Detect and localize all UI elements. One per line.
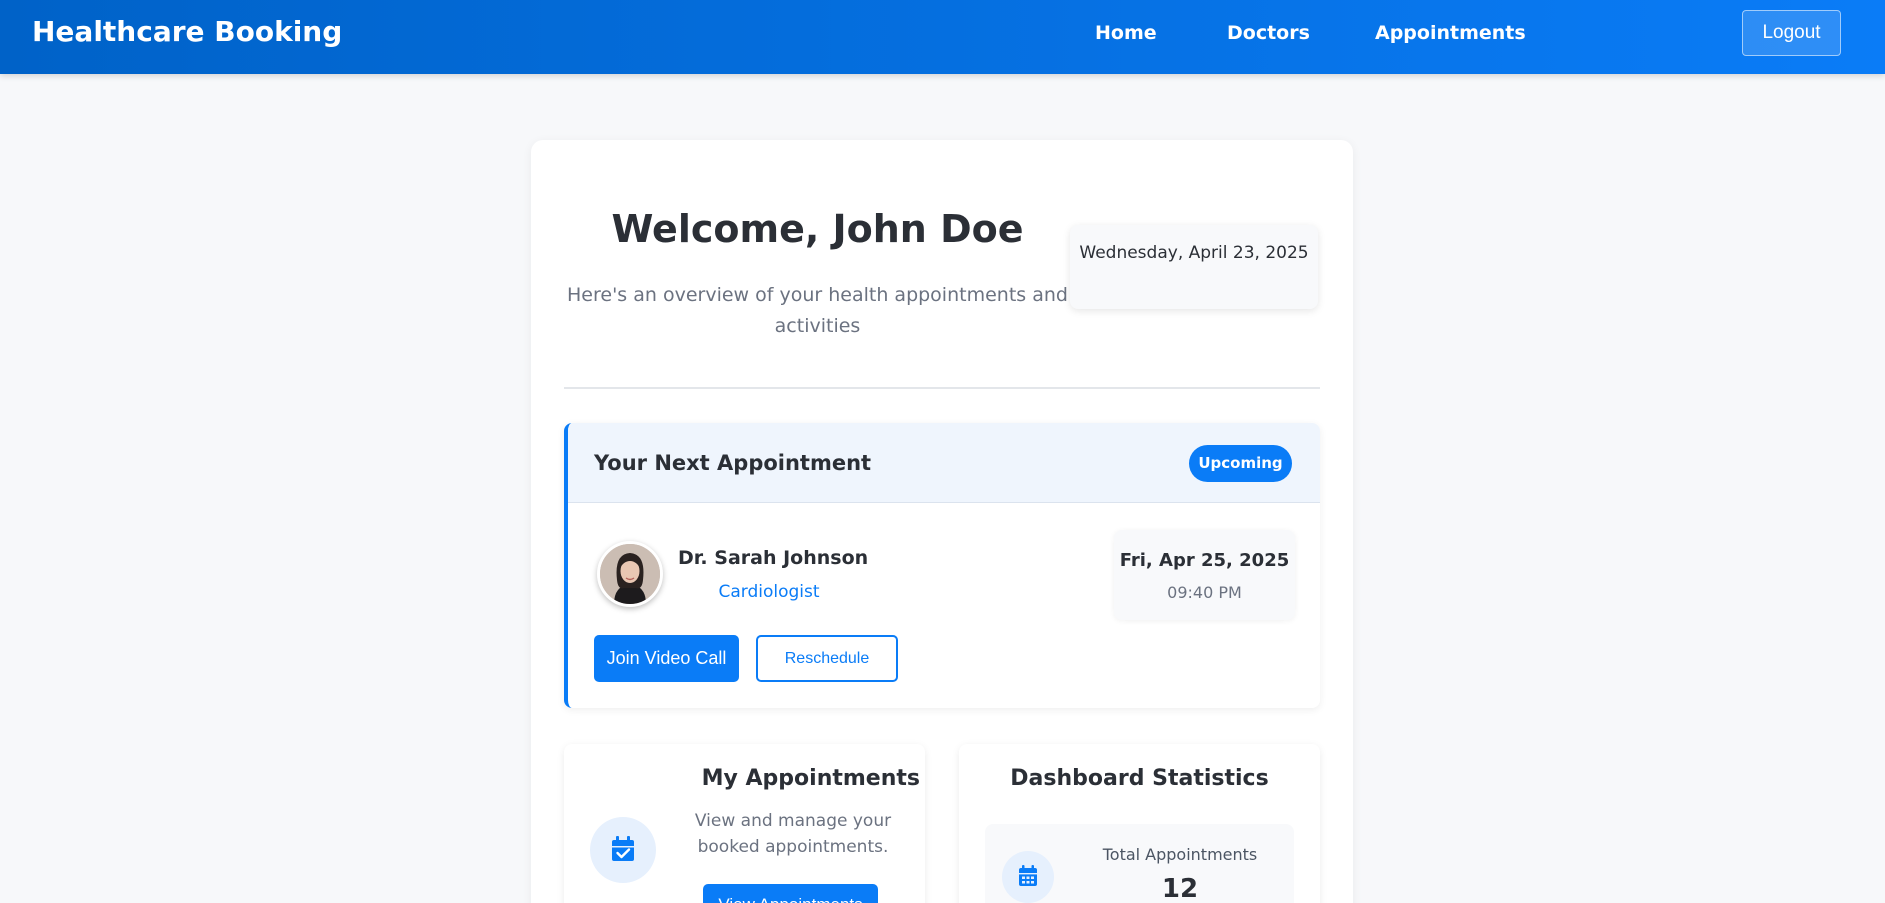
doctor-name: Dr. Sarah Johnson [678, 547, 869, 569]
brand-logo[interactable]: Healthcare Booking [32, 15, 342, 49]
appointment-datetime: Fri, Apr 25, 2025 09:40 PM [1114, 530, 1295, 620]
dashboard-statistics-panel: Dashboard Statistics Total Appointments … [959, 744, 1320, 903]
calendar-icon [1002, 851, 1054, 903]
calendar-check-icon [590, 817, 656, 883]
next-appointment-title: Your Next Appointment [594, 451, 872, 475]
next-appointment-header: Your Next Appointment Upcoming [568, 423, 1320, 503]
appointment-time: 09:40 PM [1167, 583, 1242, 602]
doctor-specialty: Cardiologist [718, 582, 820, 602]
page-subtitle: Here's an overview of your health appoin… [567, 284, 1068, 337]
reschedule-button[interactable]: Reschedule [756, 635, 898, 682]
my-appointments-panel: My Appointments View and manage your boo… [564, 744, 925, 903]
nav-link-home[interactable]: Home [1095, 21, 1157, 45]
my-appointments-title: My Appointments [701, 766, 920, 791]
divider [564, 387, 1320, 389]
nav-link-appointments[interactable]: Appointments [1375, 21, 1526, 45]
join-video-call-button[interactable]: Join Video Call [594, 635, 739, 682]
appointment-date: Fri, Apr 25, 2025 [1119, 550, 1290, 571]
my-appointments-description: View and manage your booked appointments… [694, 811, 892, 857]
dashboard-card: Welcome, John Doe Here's an overview of … [531, 140, 1353, 903]
doctor-photo [600, 544, 660, 604]
next-appointment-card: Your Next Appointment Upcoming Dr. Sarah… [564, 423, 1320, 708]
total-appointments-label: Total Appointments [1102, 845, 1258, 864]
status-badge: Upcoming [1189, 445, 1292, 482]
nav-link-doctors[interactable]: Doctors [1227, 21, 1310, 45]
statistics-title: Dashboard Statistics [1010, 766, 1269, 791]
total-appointments-value: 12 [1161, 874, 1199, 903]
total-appointments-stat: Total Appointments 12 [985, 824, 1294, 903]
view-appointments-button[interactable]: View Appointments [703, 884, 878, 903]
top-navbar: Healthcare Booking Home Doctors Appointm… [0, 0, 1885, 74]
doctor-avatar [597, 541, 663, 607]
page-title: Welcome, John Doe [611, 207, 1024, 251]
current-date: Wednesday, April 23, 2025 [1070, 225, 1318, 309]
logout-button[interactable]: Logout [1742, 10, 1841, 56]
